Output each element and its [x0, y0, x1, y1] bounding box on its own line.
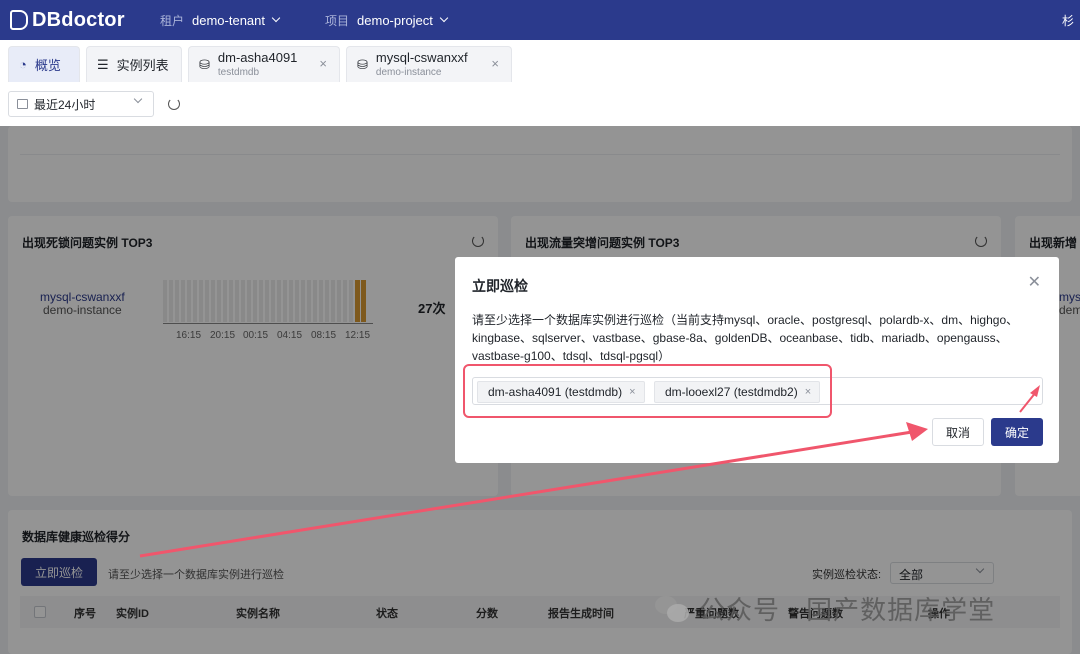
annotation-arrow-head — [906, 422, 928, 441]
watermark-text: 公众号 · 国产数据库学堂 — [699, 594, 996, 625]
annotation-arrow-line — [139, 430, 913, 558]
wechat-icon — [655, 594, 689, 622]
annotation-arrow-head — [1030, 385, 1040, 397]
annotation-arrows — [139, 385, 1040, 558]
wechat-watermark: 公众号 · 国产数据库学堂 — [655, 588, 1055, 628]
